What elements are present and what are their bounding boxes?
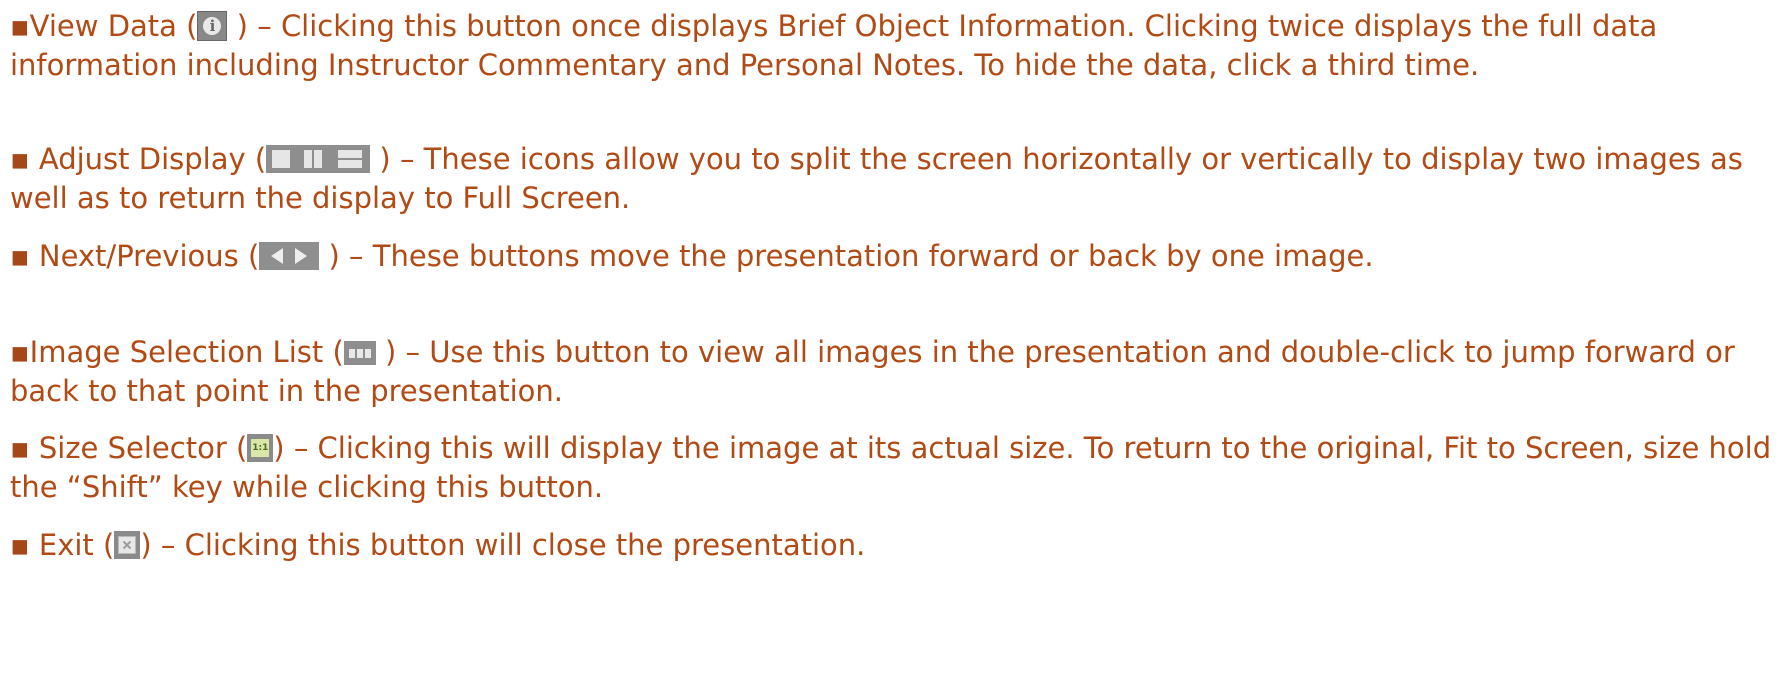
bullet: ▪ — [10, 9, 30, 43]
item-desc-view-data: ) – Clicking this button once displays B… — [10, 9, 1658, 82]
split-horizontal-icon-bottom — [338, 160, 363, 168]
bullet: ▪ — [10, 239, 30, 273]
bullet: ▪ — [10, 431, 30, 465]
next-arrow-icon — [295, 248, 308, 264]
item-label-image-selection-list: Image Selection List ( — [29, 335, 344, 369]
bullet: ▪ — [10, 142, 30, 176]
item-label-adjust-display: Adjust Display ( — [29, 142, 267, 176]
size-selector-icon-glyph: 1:1 — [251, 439, 270, 457]
image-list-bar — [348, 349, 355, 358]
item-desc-exit: ) – Clicking this button will close the … — [140, 528, 866, 562]
exit-x-icon — [118, 536, 137, 554]
list-item-view-data: ▪View Data ( i ) – Clicking this button o… — [10, 7, 1780, 84]
item-label-exit: Exit ( — [29, 528, 115, 562]
list-item-size-selector: ▪ Size Selector (1:1) – Clicking this wi… — [10, 429, 1780, 506]
image-list-bar — [356, 349, 363, 358]
item-label-size-selector: Size Selector ( — [29, 431, 248, 465]
adjust-display-icons — [266, 145, 371, 173]
list-item-next-previous: ▪ Next/Previous ( ) – These buttons move… — [10, 237, 1780, 276]
list-item-adjust-display: ▪ Adjust Display ( ) – These icons allow… — [10, 140, 1780, 217]
info-icon: i — [197, 11, 228, 41]
info-icon-glyph: i — [209, 17, 216, 35]
bullet: ▪ — [10, 528, 30, 562]
item-desc-size-selector: ) – Clicking this will display the image… — [10, 431, 1772, 504]
size-selector-icon: 1:1 — [247, 434, 274, 462]
split-vertical-icon — [304, 150, 313, 168]
list-item-image-selection-list: ▪Image Selection List ( ) – Use this but… — [10, 333, 1780, 410]
image-list-bar — [364, 349, 371, 358]
item-label-next-previous: Next/Previous ( — [29, 239, 260, 273]
item-label-view-data: View Data ( — [29, 9, 198, 43]
item-desc-next-previous: ) – These buttons move the presentation … — [319, 239, 1374, 273]
image-list-icon — [343, 341, 376, 365]
next-previous-icons — [259, 242, 320, 270]
split-vertical-icon-right — [314, 150, 323, 168]
exit-icon — [114, 531, 141, 559]
full-screen-icon — [272, 150, 291, 168]
split-horizontal-icon — [338, 150, 363, 158]
list-item-exit: ▪ Exit ( ) – Clicking this button will cl… — [10, 526, 1780, 565]
bullet: ▪ — [10, 335, 30, 369]
previous-arrow-icon — [271, 248, 284, 264]
